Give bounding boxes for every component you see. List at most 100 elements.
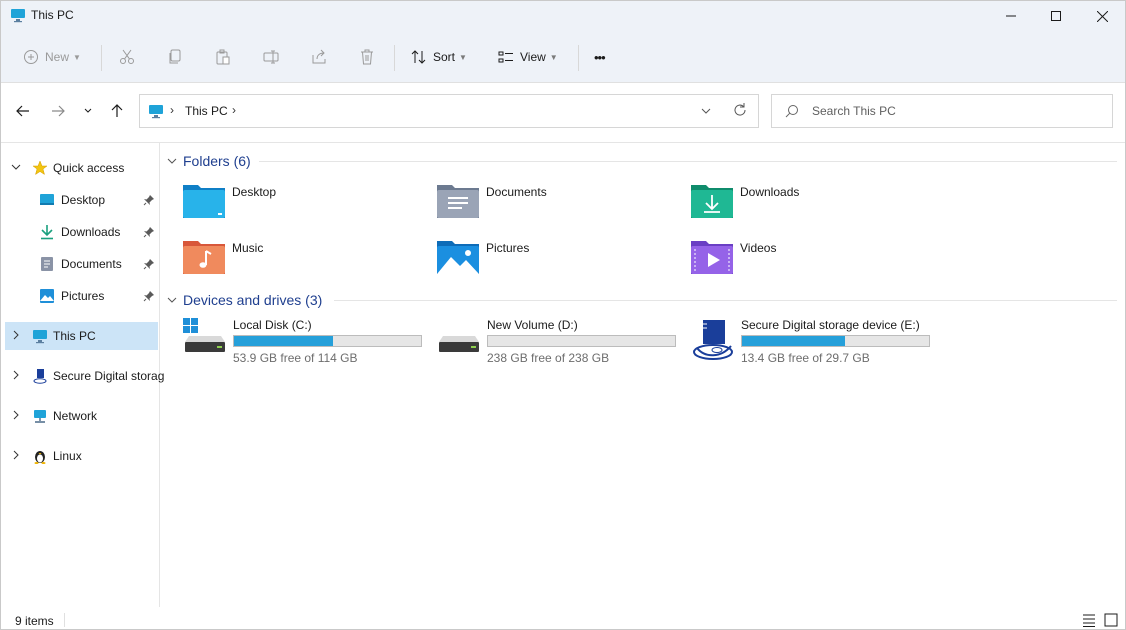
sidebar-item-label: Secure Digital storag xyxy=(53,369,165,383)
close-button[interactable] xyxy=(1079,1,1125,31)
forward-button[interactable] xyxy=(45,98,71,124)
folders-section-header[interactable]: Folders (6) xyxy=(167,151,251,171)
details-view-icon[interactable] xyxy=(1081,612,1097,628)
sidebar-item-linux[interactable]: Linux xyxy=(5,442,158,470)
folder-desktop[interactable]: Desktop xyxy=(182,181,422,229)
view-button[interactable]: View ▼ xyxy=(498,43,558,71)
folder-name: Downloads xyxy=(740,185,800,199)
share-icon xyxy=(312,49,326,64)
music-folder-icon xyxy=(183,241,225,274)
view-list-icon xyxy=(498,51,513,63)
drive-usage-bar xyxy=(741,335,930,347)
folder-videos[interactable]: Videos xyxy=(690,237,930,285)
up-button[interactable] xyxy=(104,98,130,124)
maximize-button[interactable] xyxy=(1033,1,1079,31)
recent-locations-button[interactable] xyxy=(77,98,99,124)
rename-icon xyxy=(263,50,279,64)
arrow-up-icon xyxy=(111,104,123,117)
drive-usage-bar xyxy=(487,335,676,347)
chevron-down-icon[interactable] xyxy=(11,162,21,172)
drive-name: New Volume (D:) xyxy=(487,318,578,332)
search-input[interactable]: Search This PC xyxy=(771,94,1113,128)
divider xyxy=(578,45,579,71)
title-bar: This PC xyxy=(1,1,1125,31)
delete-button[interactable] xyxy=(359,43,375,71)
rename-button[interactable] xyxy=(263,43,279,71)
network-icon xyxy=(34,410,46,423)
sidebar-item-documents[interactable]: Documents xyxy=(5,250,158,278)
drive-usage-bar xyxy=(233,335,422,347)
large-icons-view-icon[interactable] xyxy=(1103,612,1119,628)
sidebar-item-this-pc[interactable]: This PC xyxy=(5,322,158,350)
trash-icon xyxy=(361,49,373,65)
drive-free-space: 53.9 GB free of 114 GB xyxy=(233,351,358,365)
drives-header-label: Devices and drives (3) xyxy=(183,292,323,308)
drive-local-disk-c[interactable]: Local Disk (C:) 53.9 GB free of 114 GB xyxy=(183,318,435,374)
window-title: This PC xyxy=(31,8,74,22)
sidebar-item-label: Linux xyxy=(53,449,82,463)
maximize-icon xyxy=(1051,11,1061,21)
drive-secure-digital-e[interactable]: Secure Digital storage device (E:) 13.4 … xyxy=(691,318,943,374)
close-icon xyxy=(1096,10,1108,22)
drive-name: Local Disk (C:) xyxy=(233,318,312,332)
folder-music[interactable]: Music xyxy=(182,237,422,285)
new-button[interactable]: New ▼ xyxy=(23,43,81,71)
breadcrumb-this-pc[interactable]: This PC xyxy=(185,104,228,118)
arrow-right-icon xyxy=(52,105,65,117)
cut-button[interactable] xyxy=(119,43,135,71)
pin-icon[interactable] xyxy=(143,194,155,206)
sort-button[interactable]: Sort ▼ xyxy=(411,43,467,71)
desktop-folder-icon xyxy=(183,185,225,218)
drive-free-space: 238 GB free of 238 GB xyxy=(487,351,610,365)
sidebar-item-quick-access[interactable]: Quick access xyxy=(5,154,158,182)
breadcrumb-chevron-icon[interactable]: › xyxy=(232,103,236,117)
divider xyxy=(259,161,1117,162)
pin-icon[interactable] xyxy=(143,226,155,238)
drive-new-volume-d[interactable]: New Volume (D:) 238 GB free of 238 GB xyxy=(437,318,689,374)
sidebar-item-network[interactable]: Network xyxy=(5,402,158,430)
documents-folder-icon xyxy=(437,185,479,218)
sidebar-item-desktop[interactable]: Desktop xyxy=(5,186,158,214)
chevron-right-icon[interactable] xyxy=(11,450,21,460)
sd-card-drive-icon xyxy=(693,320,733,360)
file-explorer-window: This PC New ▼ Sort ▼ View ▼ ••• › This P… xyxy=(0,0,1126,630)
address-bar[interactable]: › This PC › xyxy=(139,94,759,128)
chevron-right-icon[interactable] xyxy=(11,330,21,340)
chevron-down-icon: ▼ xyxy=(459,52,467,62)
share-button[interactable] xyxy=(311,43,327,71)
minimize-button[interactable] xyxy=(988,1,1034,31)
item-count: 9 items xyxy=(15,614,54,628)
sidebar-item-pictures[interactable]: Pictures xyxy=(5,282,158,310)
refresh-icon[interactable] xyxy=(732,101,748,119)
more-options-button[interactable]: ••• xyxy=(594,43,606,71)
paste-button[interactable] xyxy=(215,43,231,71)
arrow-left-icon xyxy=(16,105,29,117)
chevron-down-icon: ▼ xyxy=(549,52,558,62)
chevron-right-icon[interactable] xyxy=(11,370,21,380)
scissors-icon xyxy=(120,49,134,64)
divider xyxy=(1,142,1125,143)
search-icon xyxy=(785,105,798,118)
copy-button[interactable] xyxy=(167,43,183,71)
plus-circle-icon xyxy=(24,50,38,64)
drive-free-space: 13.4 GB free of 29.7 GB xyxy=(741,351,870,365)
folder-documents[interactable]: Documents xyxy=(436,181,676,229)
pin-icon[interactable] xyxy=(143,258,155,270)
folder-name: Pictures xyxy=(486,241,530,255)
this-pc-icon xyxy=(33,330,47,344)
back-button[interactable] xyxy=(10,98,36,124)
folder-name: Documents xyxy=(486,185,547,199)
chevron-down-icon[interactable] xyxy=(700,103,712,119)
sidebar-item-downloads[interactable]: Downloads xyxy=(5,218,158,246)
chevron-right-icon[interactable] xyxy=(11,410,21,420)
folder-pictures[interactable]: Pictures xyxy=(436,237,676,285)
sidebar-item-secure-digital[interactable]: Secure Digital storag xyxy=(5,362,164,390)
download-icon xyxy=(41,225,53,240)
navigation-pane: Quick access Desktop Downloads Documents… xyxy=(1,143,164,607)
folder-downloads[interactable]: Downloads xyxy=(690,181,930,229)
drives-section-header[interactable]: Devices and drives (3) xyxy=(167,290,322,310)
linux-penguin-icon xyxy=(34,451,46,464)
command-bar: New ▼ Sort ▼ View ▼ ••• xyxy=(1,31,1125,83)
sidebar-item-label: Desktop xyxy=(61,193,106,207)
pin-icon[interactable] xyxy=(143,290,155,302)
